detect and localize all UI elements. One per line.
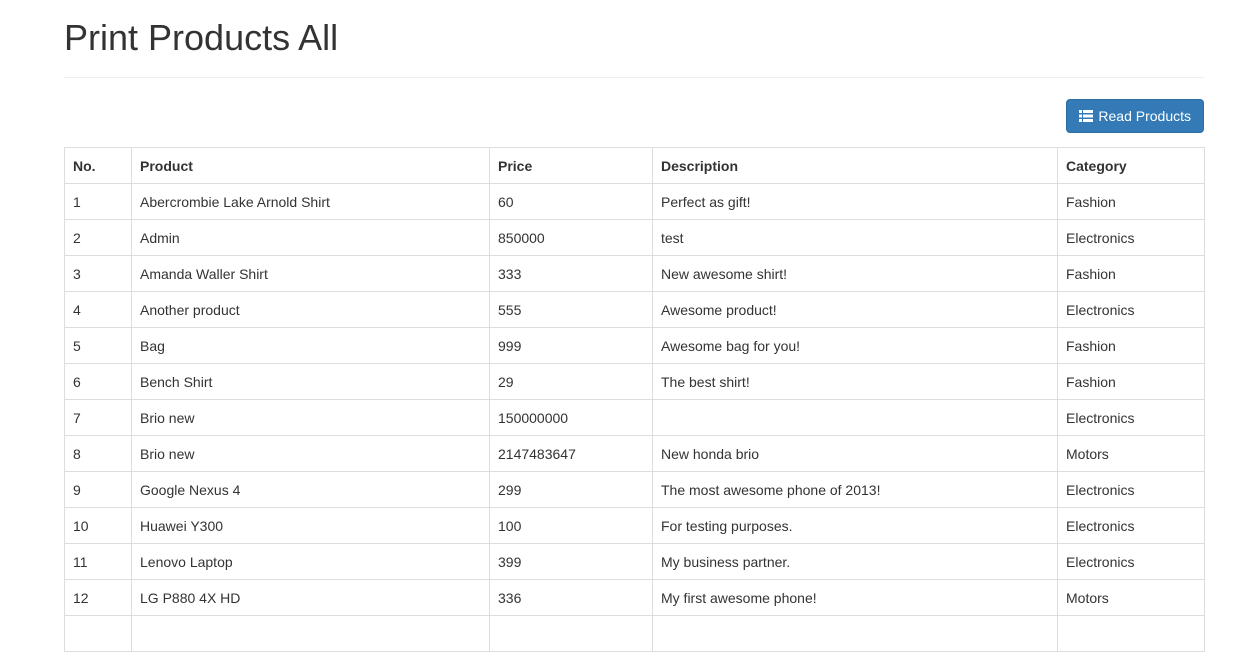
cell-description: My business partner.: [652, 543, 1058, 580]
cell-category: Fashion: [1057, 255, 1205, 292]
header-category: Category: [1057, 147, 1205, 184]
page-container: Print Products All Read Products No. Prod…: [64, 0, 1205, 652]
read-products-button[interactable]: Read Products: [1066, 99, 1204, 133]
cell-category: Motors: [1057, 435, 1205, 472]
table-row: 1 Abercrombie Lake Arnold Shirt 60 Perfect …: [64, 183, 1205, 220]
cell-category: Electronics: [1057, 399, 1205, 436]
cell-product: Bag: [131, 327, 490, 364]
cell-product: Huawei Y300: [131, 507, 490, 544]
cell-description: [652, 615, 1058, 652]
table-row: 9 Google Nexus 4 299 The most awesome phone…: [64, 471, 1205, 508]
cell-price: 299: [489, 471, 653, 508]
cell-category: [1057, 615, 1205, 652]
cell-product: Another product: [131, 291, 490, 328]
cell-description: Awesome bag for you!: [652, 327, 1058, 364]
table-row: 5 Bag 999 Awesome bag for you! Fashion: [64, 327, 1205, 364]
cell-description: New awesome shirt!: [652, 255, 1058, 292]
cell-price: 29: [489, 363, 653, 400]
table-row: 2 Admin 850000 test Electronics: [64, 219, 1205, 256]
table-row: 12 LG P880 4X HD 336 My first awesome phone…: [64, 579, 1205, 616]
cell-price: 555: [489, 291, 653, 328]
table-row: 7 Brio new 150000000 Electronics: [64, 399, 1205, 436]
cell-no: 2: [64, 219, 132, 256]
table-row: 8 Brio new 2147483647 New honda brio Motors: [64, 435, 1205, 472]
cell-product: Google Nexus 4: [131, 471, 490, 508]
table-row: 6 Bench Shirt 29 The best shirt! Fashion: [64, 363, 1205, 400]
cell-description: test: [652, 219, 1058, 256]
cell-product: Brio new: [131, 435, 490, 472]
cell-product: Abercrombie Lake Arnold Shirt: [131, 183, 490, 220]
cell-no: 6: [64, 363, 132, 400]
page-title: Print Products All: [64, 17, 339, 58]
cell-product: Amanda Waller Shirt: [131, 255, 490, 292]
products-table: No. Product Price Description Category 1 Aber…: [64, 147, 1205, 652]
read-products-label: Read Products: [1098, 108, 1191, 124]
table-row: 4 Another product 555 Awesome product! Elect…: [64, 291, 1205, 328]
table-row: 10 Huawei Y300 100 For testing purposes. Ele…: [64, 507, 1205, 544]
cell-category: Electronics: [1057, 543, 1205, 580]
toolbar: Read Products: [1066, 99, 1204, 133]
cell-product: Brio new: [131, 399, 490, 436]
header-price: Price: [489, 147, 653, 184]
cell-no: 11: [64, 543, 132, 580]
cell-price: 399: [489, 543, 653, 580]
cell-no: 5: [64, 327, 132, 364]
cell-category: Fashion: [1057, 183, 1205, 220]
table-body: 1 Abercrombie Lake Arnold Shirt 60 Perfect …: [64, 183, 1205, 652]
cell-no: 9: [64, 471, 132, 508]
cell-description: New honda brio: [652, 435, 1058, 472]
cell-price: 2147483647: [489, 435, 653, 472]
cell-no: [64, 615, 132, 652]
cell-product: [131, 615, 490, 652]
cell-description: Perfect as gift!: [652, 183, 1058, 220]
cell-no: 7: [64, 399, 132, 436]
cell-price: 850000: [489, 219, 653, 256]
cell-product: LG P880 4X HD: [131, 579, 490, 616]
cell-price: 100: [489, 507, 653, 544]
cell-no: 10: [64, 507, 132, 544]
cell-category: Fashion: [1057, 363, 1205, 400]
cell-price: 150000000: [489, 399, 653, 436]
cell-price: 999: [489, 327, 653, 364]
header-row: No. Product Price Description Category: [64, 147, 1205, 184]
cell-description: The best shirt!: [652, 363, 1058, 400]
table-header: No. Product Price Description Category: [64, 147, 1205, 184]
cell-no: 12: [64, 579, 132, 616]
list-icon: [1079, 110, 1094, 122]
cell-price: [489, 615, 653, 652]
cell-product: Bench Shirt: [131, 363, 490, 400]
header-product: Product: [131, 147, 490, 184]
page-header: Print Products All: [64, 0, 1204, 78]
cell-price: 333: [489, 255, 653, 292]
table-row: 3 Amanda Waller Shirt 333 New awesome shirt…: [64, 255, 1205, 292]
table-row: 11 Lenovo Laptop 399 My business partner. El…: [64, 543, 1205, 580]
cell-category: Motors: [1057, 579, 1205, 616]
cell-product: Admin: [131, 219, 490, 256]
cell-description: [652, 399, 1058, 436]
cell-category: Fashion: [1057, 327, 1205, 364]
cell-category: Electronics: [1057, 507, 1205, 544]
cell-no: 8: [64, 435, 132, 472]
cell-no: 1: [64, 183, 132, 220]
cell-category: Electronics: [1057, 219, 1205, 256]
cell-description: My first awesome phone!: [652, 579, 1058, 616]
table-row: [64, 615, 1205, 652]
cell-no: 3: [64, 255, 132, 292]
cell-category: Electronics: [1057, 291, 1205, 328]
cell-price: 336: [489, 579, 653, 616]
cell-product: Lenovo Laptop: [131, 543, 490, 580]
cell-description: Awesome product!: [652, 291, 1058, 328]
cell-price: 60: [489, 183, 653, 220]
cell-description: For testing purposes.: [652, 507, 1058, 544]
cell-category: Electronics: [1057, 471, 1205, 508]
cell-description: The most awesome phone of 2013!: [652, 471, 1058, 508]
header-description: Description: [652, 147, 1058, 184]
cell-no: 4: [64, 291, 132, 328]
header-no: No.: [64, 147, 132, 184]
